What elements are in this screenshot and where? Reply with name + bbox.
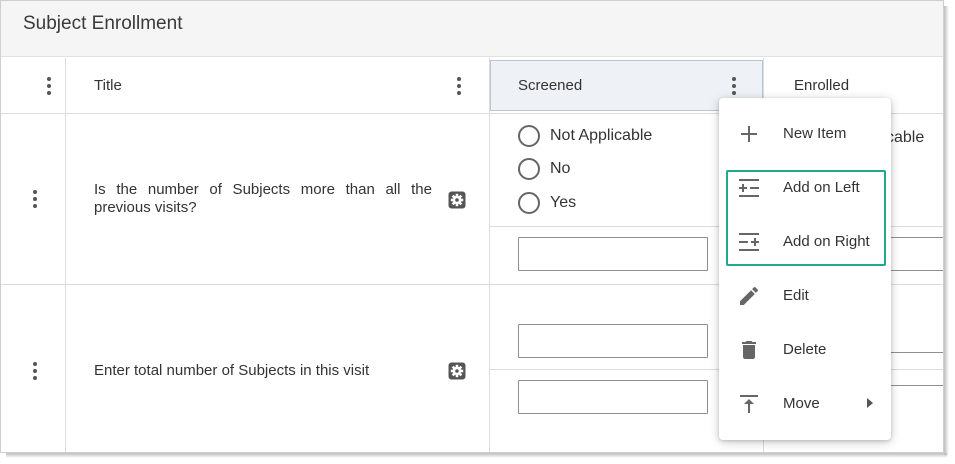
radio-button[interactable]	[518, 125, 540, 147]
menu-item-label: Move	[783, 394, 820, 412]
column-header-screened-label: Screened	[518, 77, 583, 94]
column-context-menu: New Item Add on Left Add on Right Edit D…	[719, 98, 891, 440]
row-header-menu-icon[interactable]	[43, 77, 55, 95]
move-to-top-icon	[740, 395, 758, 413]
menu-item-delete[interactable]: Delete	[719, 326, 891, 372]
screened-column-menu-icon[interactable]	[728, 77, 740, 95]
radio-option-not-applicable[interactable]: Not Applicable	[518, 125, 652, 147]
settings-gear-icon[interactable]	[448, 191, 466, 209]
column-header-enrolled: Enrolled	[794, 77, 850, 94]
menu-item-new-item[interactable]: New Item	[719, 110, 891, 156]
row-2-screened-input-2[interactable]	[518, 380, 708, 414]
submenu-arrow-icon	[867, 398, 873, 408]
trash-icon	[742, 341, 756, 359]
enrolled-option-label: cable	[886, 129, 925, 146]
row-2-screened-input-1[interactable]	[518, 324, 708, 358]
radio-button[interactable]	[518, 158, 540, 180]
radio-label: Yes	[550, 194, 577, 211]
radio-option-yes[interactable]: Yes	[518, 192, 576, 214]
radio-option-no[interactable]: No	[518, 158, 570, 180]
grid-line	[65, 58, 66, 452]
radio-label: No	[550, 160, 571, 177]
plus-icon	[741, 126, 757, 142]
add-column-highlight	[726, 170, 886, 266]
pencil-icon	[740, 286, 759, 305]
column-header-title: Title	[94, 77, 122, 94]
menu-item-move[interactable]: Move	[719, 380, 891, 426]
row-2-question: Enter total number of Subjects in this v…	[94, 362, 370, 379]
menu-item-label: Delete	[783, 340, 827, 358]
grid-line	[489, 58, 490, 452]
radio-button[interactable]	[518, 192, 540, 214]
radio-label: Not Applicable	[550, 127, 653, 144]
row-2-menu-icon[interactable]	[29, 362, 41, 380]
menu-item-label: Edit	[783, 286, 809, 304]
menu-item-edit[interactable]: Edit	[719, 272, 891, 318]
row-1-question: Is the number of Subjects more than all …	[94, 181, 432, 216]
page-header: Subject Enrollment	[1, 1, 943, 57]
row-1-screened-input[interactable]	[518, 237, 708, 271]
settings-gear-icon[interactable]	[448, 362, 466, 380]
menu-item-label: New Item	[783, 124, 847, 142]
title-column-menu-icon[interactable]	[453, 77, 465, 95]
row-1-menu-icon[interactable]	[29, 190, 41, 208]
page-title: Subject Enrollment	[23, 13, 183, 34]
